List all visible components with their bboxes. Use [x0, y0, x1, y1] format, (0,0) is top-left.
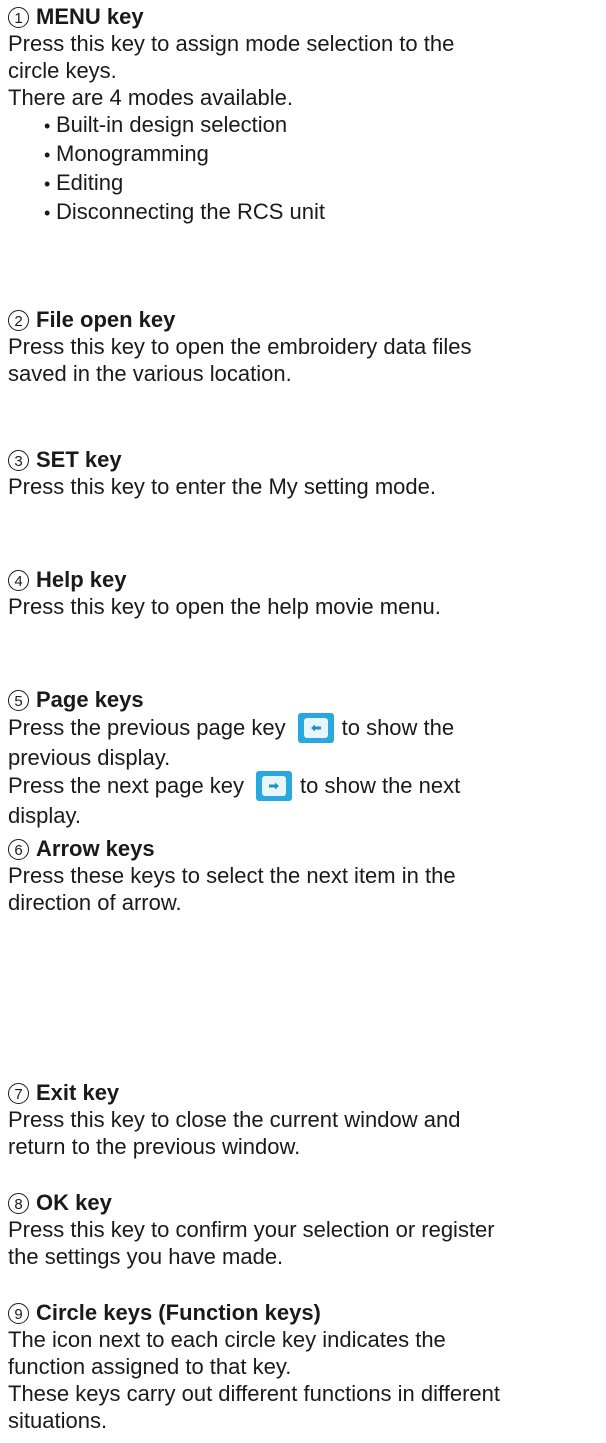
section-title: 1 MENU key: [8, 3, 606, 30]
body-line: Press this key to open the help movie me…: [8, 594, 441, 619]
section-title: 8 OK key: [8, 1189, 606, 1216]
body-line: These keys carry out different functions…: [8, 1381, 501, 1406]
circled-number: 2: [8, 310, 29, 331]
body-line: previous display.: [8, 745, 171, 770]
body-line: saved in the various location.: [8, 361, 292, 386]
circled-number: 1: [8, 7, 29, 28]
section-arrow-keys: 6 Arrow keys Press these keys to select t…: [8, 835, 606, 916]
section-title: 7 Exit key: [8, 1079, 606, 1106]
section-title: 4 Help key: [8, 566, 606, 593]
body-line: Press this key to enter the My setting m…: [8, 474, 436, 499]
section-circle-keys: 9 Circle keys (Function keys) The icon ne…: [8, 1299, 606, 1434]
section-help-key: 4 Help key Press this key to open the hel…: [8, 566, 606, 620]
circled-number: 3: [8, 450, 29, 471]
circled-number: 9: [8, 1303, 29, 1324]
body-line: return to the previous window.: [8, 1134, 301, 1159]
section-page-keys: 5 Page keys Press the previous page key to…: [8, 686, 606, 829]
body-line: situations.: [8, 1408, 108, 1433]
body-line: Press this key to assign mode selection …: [8, 31, 455, 56]
section-title: 6 Arrow keys: [8, 835, 606, 862]
body-line: There are 4 modes available.: [8, 85, 293, 110]
section-title: 2 File open key: [8, 306, 606, 333]
body-line: Press this key to confirm your selection…: [8, 1217, 495, 1242]
section-set-key: 3 SET key Press this key to enter the My …: [8, 446, 606, 500]
section-file-open-key: 2 File open key Press this key to open th…: [8, 306, 606, 387]
list-item: Monogramming: [56, 140, 606, 169]
body-line: The icon next to each circle key indicat…: [8, 1327, 446, 1352]
section-title: 5 Page keys: [8, 686, 606, 713]
body-line: the settings you have made.: [8, 1244, 284, 1269]
section-exit-key: 7 Exit key Press this key to close the cu…: [8, 1079, 606, 1160]
circled-number: 4: [8, 570, 29, 591]
circled-number: 5: [8, 690, 29, 711]
list-item: Editing: [56, 169, 606, 198]
section-menu-key: 1 MENU key Press this key to assign mode …: [8, 3, 606, 227]
circled-number: 6: [8, 839, 29, 860]
body-line: Press the previous page key to show the: [8, 713, 606, 744]
body-line: Press this key to close the current wind…: [8, 1107, 461, 1132]
next-page-icon: [256, 771, 293, 801]
circled-number: 8: [8, 1193, 29, 1214]
previous-page-icon: [297, 713, 334, 743]
body-line: circle keys.: [8, 58, 117, 83]
section-title: 9 Circle keys (Function keys): [8, 1299, 606, 1326]
body-line: Press these keys to select the next item…: [8, 863, 456, 888]
mode-list: Built-in design selection Monogramming E…: [8, 111, 606, 227]
body-line: direction of arrow.: [8, 890, 182, 915]
list-item: Built-in design selection: [56, 111, 606, 140]
list-item: Disconnecting the RCS unit: [56, 198, 606, 227]
section-title: 3 SET key: [8, 446, 606, 473]
body-line: display.: [8, 803, 81, 828]
section-ok-key: 8 OK key Press this key to confirm your s…: [8, 1189, 606, 1270]
body-line: Press the next page key to show the next: [8, 771, 606, 802]
circled-number: 7: [8, 1083, 29, 1104]
body-line: function assigned to that key.: [8, 1354, 292, 1379]
body-line: Press this key to open the embroidery da…: [8, 334, 472, 359]
